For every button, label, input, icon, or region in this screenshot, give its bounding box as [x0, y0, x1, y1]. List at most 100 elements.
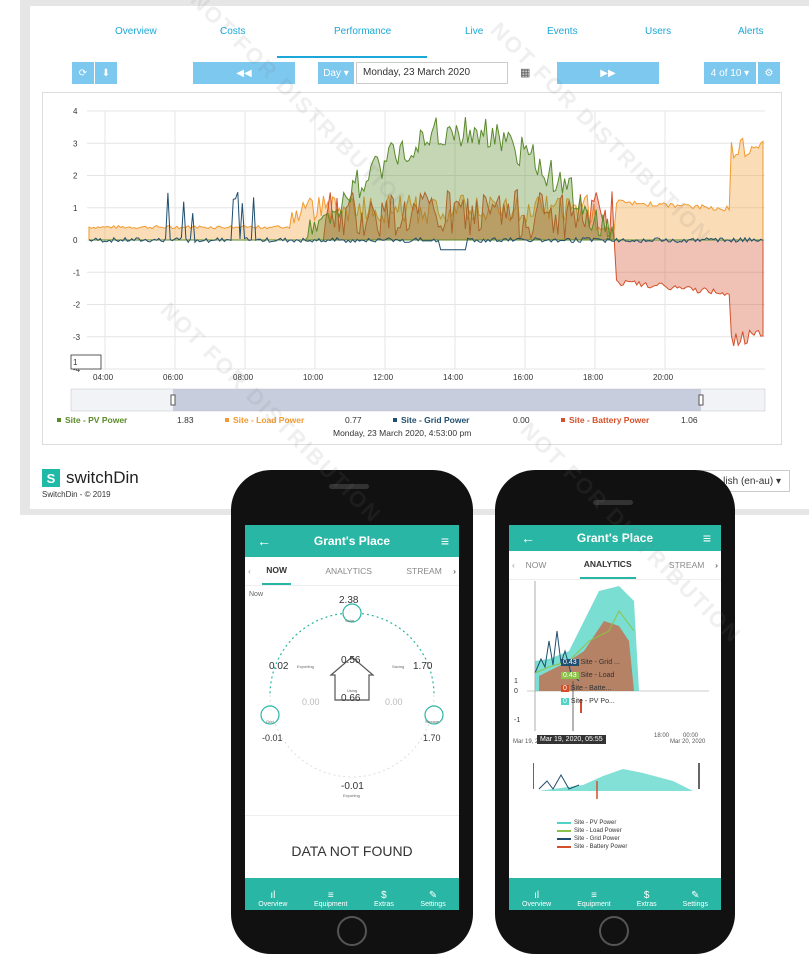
tooltip-load: 0.43 Site - Load	[561, 672, 615, 679]
house-value-top: 0.56	[341, 655, 361, 666]
phone2-nav: ıl Overview ≡ Equipment $ Extras ✎ Settings	[509, 878, 721, 910]
phone-now: ← Grant's Place ≡ ‹ NOW ANALYTICS STREAM…	[231, 470, 473, 954]
tab-users[interactable]: Users	[645, 26, 671, 37]
phone1-nav: ıl Overview ≡ Equipment $ Extras ✎ Settings	[245, 878, 459, 910]
tooltip-grid: 0.43 Site - Grid ...	[561, 659, 620, 666]
nav-equipment[interactable]: ≡ Equipment	[577, 890, 610, 908]
chevron-left-icon[interactable]: ‹	[512, 560, 515, 570]
legend-value: 0.77	[345, 415, 362, 425]
nav-equipment[interactable]: ≡ Equipment	[314, 890, 347, 908]
analytics-legend: Site - PV Power Site - Load Power Site -…	[557, 819, 627, 851]
chevron-right-icon[interactable]: ›	[453, 566, 456, 576]
tab-costs[interactable]: Costs	[220, 26, 246, 37]
x-end-label: Mar 20, 2020	[670, 739, 706, 745]
phone1-tabs: ‹ NOW ANALYTICS STREAM ›	[245, 557, 459, 586]
back-arrow-icon[interactable]: ←	[257, 533, 271, 549]
tab-bar: Overview Costs Performance Live Events U…	[30, 20, 809, 58]
range-dropdown[interactable]: Day ▾	[318, 62, 354, 84]
y-tick-label: -1	[73, 268, 81, 277]
navigator-handle-left	[170, 394, 176, 406]
speaker-slot	[593, 500, 633, 505]
tab-now[interactable]: NOW	[262, 557, 291, 585]
next-button[interactable]: ▶▶	[557, 62, 659, 84]
hamburger-icon[interactable]: ≡	[703, 530, 711, 546]
zoom-label: 1	[73, 358, 78, 367]
tab-live[interactable]: Live	[465, 26, 483, 37]
legend-swatch	[57, 418, 61, 422]
chevron-left-icon[interactable]: ‹	[248, 566, 251, 576]
hover-time: Mar 19, 2020, 05:55	[537, 735, 606, 744]
grid-value: -0.01	[262, 733, 283, 743]
exporting-value: 0.02	[269, 661, 289, 672]
refresh-button[interactable]: ⟳	[72, 62, 94, 84]
chart-svg: 43210-1-2-3-404:00 06:00 08:00 10:00 12:00 14…	[57, 107, 766, 438]
tab-alerts[interactable]: Alerts	[738, 26, 764, 37]
x-tick-label: 12:00	[373, 373, 394, 382]
navigator-chart	[533, 763, 700, 799]
legend-pv[interactable]: Site - PV Power	[557, 819, 627, 827]
calendar-icon[interactable]: ▦	[520, 66, 530, 79]
settings-button[interactable]: ⚙	[758, 62, 780, 84]
legend-swatch	[561, 418, 565, 422]
tooltip-pv: 0 Site - PV Po...	[561, 698, 615, 705]
nav-extras[interactable]: $ Extras	[637, 890, 657, 908]
tab-events[interactable]: Events	[547, 26, 578, 37]
tab-stream[interactable]: STREAM	[406, 566, 441, 576]
nav-settings[interactable]: ✎ Settings	[683, 890, 708, 908]
logo-icon: S	[42, 469, 60, 487]
using-value: 0.66	[341, 693, 361, 704]
back-arrow-icon[interactable]: ←	[521, 530, 535, 546]
y-tick-label: -2	[73, 301, 81, 310]
legend-value: 1.06	[681, 415, 698, 425]
legend-grid[interactable]: Site - Grid Power	[557, 835, 627, 843]
legend-value: 1.83	[177, 415, 194, 425]
phone2-header: ← Grant's Place ≡	[509, 525, 721, 551]
rewind-icon: ◀◀	[236, 67, 252, 79]
nav-settings[interactable]: ✎ Settings	[420, 890, 445, 908]
tab-stream[interactable]: STREAM	[669, 560, 704, 570]
phone1-title: Grant's Place	[313, 534, 391, 548]
previous-button[interactable]: ◀◀	[193, 62, 295, 84]
hamburger-icon[interactable]: ≡	[441, 533, 449, 549]
storage-value: 1.70	[423, 733, 441, 743]
x-tick-label: 06:00	[163, 373, 184, 382]
y-tick-label: 3	[73, 139, 78, 148]
legend-value: 0.00	[513, 415, 530, 425]
home-button[interactable]	[599, 916, 629, 946]
download-icon: ⬇	[101, 67, 111, 79]
solar-icon: Solar	[345, 618, 355, 623]
download-button[interactable]: ⬇	[95, 62, 117, 84]
no-data-message: DATA NOT FOUND	[291, 843, 413, 859]
tab-analytics[interactable]: ANALYTICS	[579, 551, 636, 579]
tab-analytics[interactable]: ANALYTICS	[325, 566, 372, 576]
page-dropdown[interactable]: 4 of 10 ▾	[704, 62, 756, 84]
x-tick-1800: 18:00	[654, 733, 670, 739]
copyright-text: SwitchDin - © 2019	[42, 490, 111, 499]
home-button[interactable]	[337, 916, 367, 946]
phone1-screen: ← Grant's Place ≡ ‹ NOW ANALYTICS STREAM…	[245, 525, 459, 910]
speaker-slot	[329, 484, 369, 489]
gear-icon: ⚙	[764, 67, 774, 79]
x-tick-label: 20:00	[653, 373, 674, 382]
tab-performance[interactable]: Performance	[334, 26, 391, 37]
tab-overview[interactable]: Overview	[115, 26, 157, 37]
tab-now[interactable]: NOW	[526, 560, 547, 570]
chevron-right-icon[interactable]: ›	[715, 560, 718, 570]
chart-timestamp: Monday, 23 March 2020, 4:53:00 pm	[333, 428, 471, 438]
performance-chart: 4 3 2 1 0 -1 -2 -3 -4 04:00 06:00 08:00 10:00 12:00 14…	[42, 92, 782, 445]
legend-series-name: Site - Load Power	[233, 415, 305, 425]
legend-load[interactable]: Site - Load Power	[557, 827, 627, 835]
nav-overview[interactable]: ıl Overview	[258, 890, 287, 908]
nav-extras[interactable]: $ Extras	[374, 890, 394, 908]
legend-battery[interactable]: Site - Battery Power	[557, 843, 627, 851]
nav-overview[interactable]: ıl Overview	[522, 890, 551, 908]
phone2-screen: ← Grant's Place ≡ ‹ NOW ANALYTICS STREAM…	[509, 525, 721, 910]
fast-forward-icon: ▶▶	[600, 67, 616, 79]
divider	[245, 815, 459, 816]
y-tick-label: 0	[73, 236, 78, 245]
x-tick-label: 14:00	[443, 373, 464, 382]
solar-value: 2.38	[339, 595, 359, 606]
date-field[interactable]: Monday, 23 March 2020	[356, 62, 508, 84]
brand-name: switchDin	[66, 468, 139, 487]
x-tick-label: 08:00	[233, 373, 254, 382]
